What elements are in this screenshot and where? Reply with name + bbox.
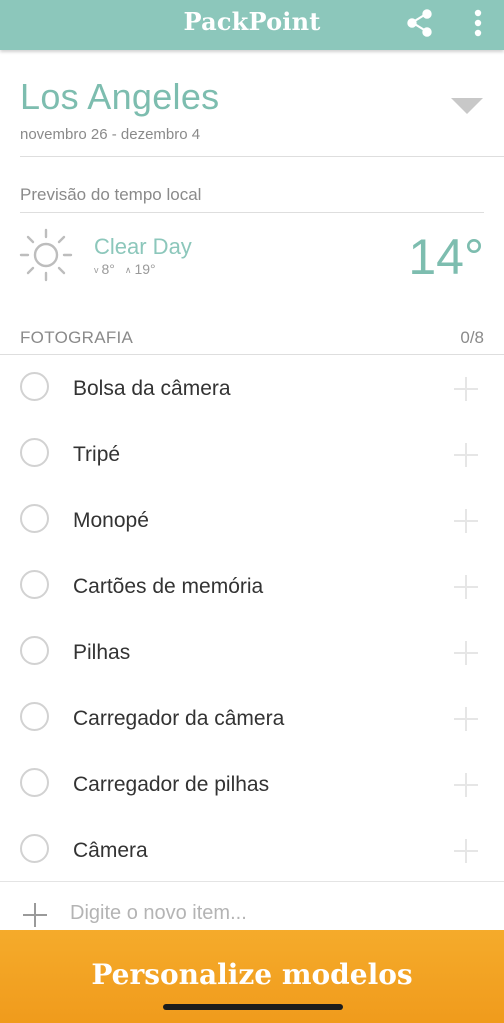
packing-list: Bolsa da câmera Tripé Monopé Cartões de …: [0, 355, 504, 883]
item-label: Bolsa da câmera: [73, 377, 231, 400]
list-item[interactable]: Monopé: [0, 487, 504, 553]
high-arrow-icon: ∧: [124, 265, 132, 275]
item-label: Câmera: [73, 839, 148, 862]
item-label: Monopé: [73, 509, 149, 532]
temperature-high: 19°: [134, 261, 156, 277]
checkbox[interactable]: [20, 768, 49, 797]
weather-header: Previsão do tempo local: [20, 185, 202, 204]
divider: [20, 212, 484, 213]
category-title: FOTOGRAFIA: [20, 328, 134, 347]
item-label: Carregador de pilhas: [73, 773, 270, 796]
new-item-input[interactable]: [70, 898, 450, 928]
app-bar: PackPoint: [0, 0, 504, 50]
more-options-icon[interactable]: [470, 9, 486, 39]
checkbox[interactable]: [20, 504, 49, 533]
item-label: Cartões de memória: [73, 575, 264, 598]
checkbox[interactable]: [20, 636, 49, 665]
checkbox[interactable]: [20, 372, 49, 401]
list-item[interactable]: Tripé: [0, 421, 504, 487]
trip-dates: novembro 26 - dezembro 4: [20, 126, 201, 143]
temperature-range: v 8° ∧ 19°: [94, 261, 156, 277]
trip-destination[interactable]: Los Angeles: [20, 76, 219, 118]
list-item[interactable]: Cartões de memória: [0, 553, 504, 619]
sun-icon: [19, 228, 73, 282]
plus-icon[interactable]: [454, 509, 478, 533]
low-arrow-icon: v: [94, 265, 99, 275]
item-label: Carregador da câmera: [73, 707, 285, 730]
checkbox[interactable]: [20, 570, 49, 599]
list-item[interactable]: Carregador de pilhas: [0, 751, 504, 817]
checkbox[interactable]: [20, 438, 49, 467]
item-label: Pilhas: [73, 641, 131, 664]
share-icon[interactable]: [406, 9, 434, 37]
checkbox[interactable]: [20, 834, 49, 863]
plus-icon[interactable]: [454, 443, 478, 467]
list-item[interactable]: Câmera: [0, 817, 504, 883]
divider: [0, 881, 504, 882]
plus-icon[interactable]: [454, 377, 478, 401]
list-item[interactable]: Pilhas: [0, 619, 504, 685]
weather-condition: Clear Day: [94, 234, 192, 259]
current-temperature: 14°: [408, 229, 484, 285]
temperature-low: 8°: [101, 261, 115, 277]
plus-icon[interactable]: [454, 641, 478, 665]
item-label: Tripé: [73, 443, 121, 466]
list-item[interactable]: Carregador da câmera: [0, 685, 504, 751]
home-indicator[interactable]: [163, 1004, 343, 1010]
category-count: 0/8: [460, 328, 484, 347]
plus-icon[interactable]: [454, 575, 478, 599]
plus-icon[interactable]: [454, 773, 478, 797]
plus-icon[interactable]: [454, 839, 478, 863]
plus-icon[interactable]: [454, 707, 478, 731]
divider: [20, 156, 504, 157]
add-item-plus-icon[interactable]: [23, 903, 47, 927]
list-item[interactable]: Bolsa da câmera: [0, 355, 504, 421]
checkbox[interactable]: [20, 702, 49, 731]
chevron-down-icon[interactable]: [451, 98, 483, 114]
customize-templates-label: Personalize modelos: [91, 958, 413, 991]
